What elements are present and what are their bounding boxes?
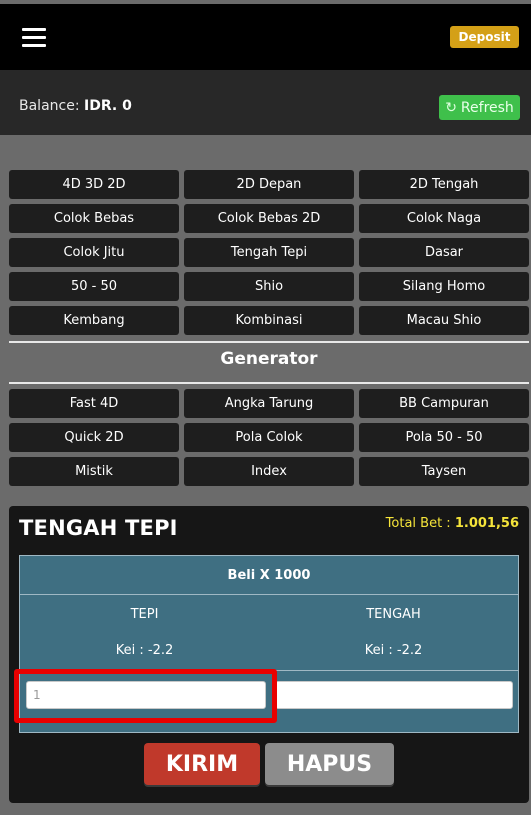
generator-button[interactable]: Taysen [359,457,529,486]
generator-button[interactable]: Pola 50 - 50 [359,423,529,452]
game-button[interactable]: Kombinasi [184,306,354,335]
balance-label: Balance: [19,98,80,114]
game-button[interactable]: Colok Jitu [9,238,179,267]
refresh-button[interactable]: ↻ Refresh [439,95,520,120]
game-button[interactable]: Macau Shio [359,306,529,335]
generator-button[interactable]: Mistik [9,457,179,486]
divider [9,341,529,343]
game-button[interactable]: 50 - 50 [9,272,179,301]
bet-table-header: Beli X 1000 [20,556,518,595]
menu-icon[interactable] [22,28,46,48]
column-kei: Kei : -2.2 [364,643,423,658]
game-button[interactable]: Colok Bebas 2D [184,204,354,233]
column-name: TEPI [130,607,159,622]
balance-value: IDR. 0 [84,98,132,114]
game-button[interactable]: Shio [184,272,354,301]
game-menu-grid: 4D 3D 2D 2D Depan 2D Tengah Colok Bebas … [9,170,529,335]
bet-column-tepi: TEPI Kei : -2.2 [20,595,269,670]
balance-text: Balance: IDR. 0 [19,98,132,114]
refresh-label: Refresh [460,99,514,116]
total-bet-value: 1.001,56 [454,516,519,531]
game-button[interactable]: Kembang [9,306,179,335]
column-name: TENGAH [366,607,421,622]
generator-button[interactable]: Angka Tarung [184,389,354,418]
total-bet: Total Bet : 1.001,56 [386,516,519,531]
refresh-icon: ↻ [445,99,457,116]
game-button[interactable]: Dasar [359,238,529,267]
generator-button[interactable]: BB Campuran [359,389,529,418]
generator-button[interactable]: Index [184,457,354,486]
generator-title: Generator [220,349,318,369]
tepi-bet-input[interactable]: 1 [26,681,266,709]
bet-inputs-row: 1 [20,671,518,732]
hapus-button[interactable]: HAPUS [265,743,394,785]
generator-button[interactable]: Quick 2D [9,423,179,452]
game-button[interactable]: 2D Tengah [359,170,529,199]
game-button[interactable]: Tengah Tepi [184,238,354,267]
game-button[interactable]: Colok Naga [359,204,529,233]
kirim-button[interactable]: KIRIM [144,743,260,785]
generator-button[interactable]: Fast 4D [9,389,179,418]
deposit-button[interactable]: Deposit [450,26,519,48]
bet-columns: TEPI Kei : -2.2 TENGAH Kei : -2.2 [20,595,518,671]
bet-table: Beli X 1000 TEPI Kei : -2.2 TENGAH Kei :… [19,555,519,733]
balance-bar: Balance: IDR. 0 ↻ Refresh [0,70,531,135]
generator-button[interactable]: Pola Colok [184,423,354,452]
game-button[interactable]: Silang Homo [359,272,529,301]
divider [9,382,529,384]
game-button[interactable]: 4D 3D 2D [9,170,179,199]
generator-grid: Fast 4D Angka Tarung BB Campuran Quick 2… [9,389,529,486]
game-button[interactable]: Colok Bebas [9,204,179,233]
game-button[interactable]: 2D Depan [184,170,354,199]
total-bet-label: Total Bet : [385,516,451,531]
bet-column-tengah: TENGAH Kei : -2.2 [269,595,518,670]
tengah-bet-input[interactable] [275,681,513,709]
game-title: TENGAH TEPI [19,516,178,540]
game-panel: TENGAH TEPI Total Bet : 1.001,56 Beli X … [9,506,529,803]
column-kei: Kei : -2.2 [115,643,174,658]
header-bar: Deposit [0,4,531,70]
